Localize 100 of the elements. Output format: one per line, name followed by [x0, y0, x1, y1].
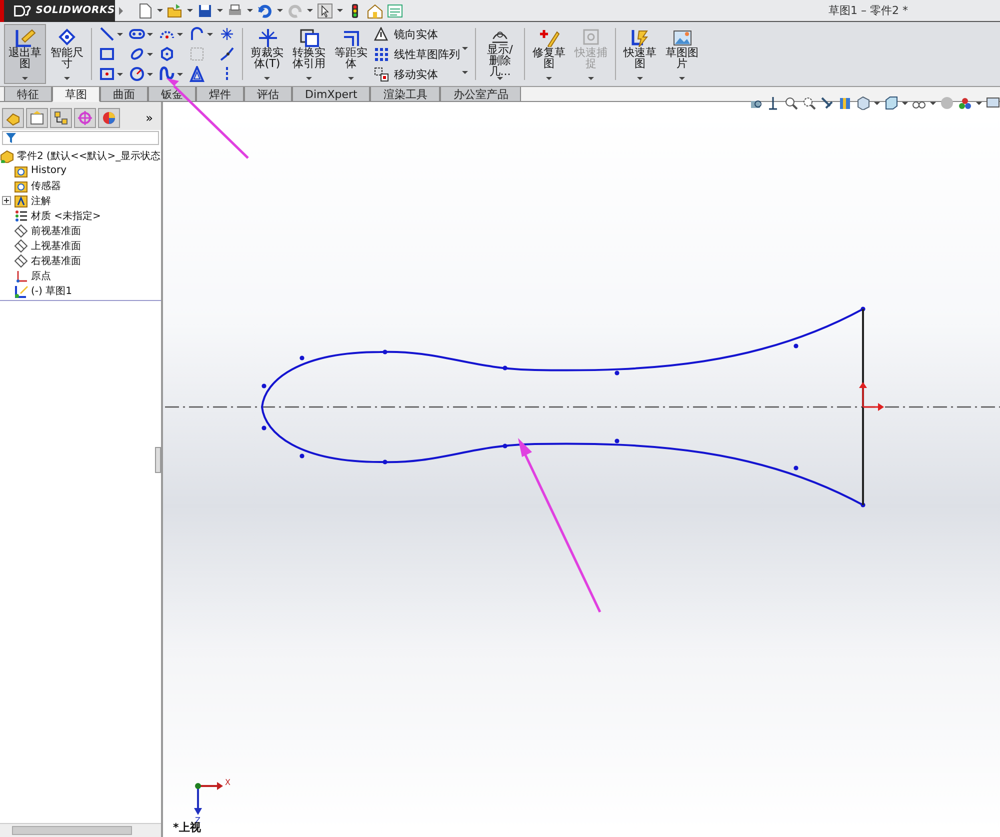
dropdown-arrow-icon[interactable]	[976, 102, 982, 104]
display-tab[interactable]	[98, 108, 120, 128]
options-icon[interactable]	[387, 2, 403, 18]
ribbon-button[interactable]: 剪裁实体(T)	[246, 24, 288, 84]
dropdown-arrow-icon[interactable]	[247, 9, 253, 12]
tree-node-icon	[14, 284, 28, 298]
splitter-handle[interactable]	[155, 447, 161, 473]
text-icon[interactable]	[189, 66, 205, 82]
dropdown-arrow-icon[interactable]	[337, 9, 343, 12]
dropdown-arrow-icon[interactable]	[902, 102, 908, 104]
dropdown-arrow-icon[interactable]	[117, 32, 123, 36]
rotate-icon[interactable]	[820, 96, 834, 110]
anchor-icon[interactable]	[766, 96, 780, 110]
sketch-line[interactable]	[862, 309, 864, 505]
feature-tree-tab[interactable]	[2, 108, 24, 128]
filter-field[interactable]	[2, 131, 159, 145]
tab[interactable]: 草图	[52, 87, 100, 102]
dropdown-arrow-icon[interactable]	[207, 32, 213, 36]
ribbon-button[interactable]: 移动实体	[374, 66, 460, 82]
tab[interactable]: 特征	[4, 87, 52, 102]
zoom-icon[interactable]	[784, 96, 798, 110]
dropdown-arrow-icon[interactable]	[117, 72, 123, 76]
dropdown-arrow-icon[interactable]	[147, 72, 153, 76]
new-document-icon[interactable]	[137, 2, 153, 18]
grid-dots-icon	[374, 46, 389, 62]
tree-node-icon	[14, 194, 28, 208]
open-folder-icon[interactable]	[167, 2, 183, 18]
scrollbar-thumb[interactable]	[12, 826, 132, 835]
tree-item[interactable]: 右视基准面	[31, 254, 81, 268]
display-style-icon[interactable]	[884, 96, 898, 110]
center-rectangle-icon[interactable]	[99, 66, 115, 82]
tree-item[interactable]: 传感器	[31, 178, 61, 192]
tab[interactable]: 渲染工具	[370, 87, 440, 102]
lightning-icon	[629, 27, 651, 47]
horizontal-scrollbar[interactable]	[0, 823, 161, 837]
ribbon-button[interactable]: 显示/删除几...	[479, 24, 521, 84]
dropdown-arrow-icon[interactable]	[147, 32, 153, 36]
expand-arrow-icon[interactable]	[119, 6, 123, 14]
dropdown-arrow-icon[interactable]	[930, 102, 936, 104]
dropdown-arrow-icon[interactable]	[157, 9, 163, 12]
ribbon-button[interactable]: 等距实体	[330, 24, 372, 84]
more-button[interactable]: »	[140, 110, 159, 126]
polygon-icon[interactable]	[159, 46, 175, 62]
dropdown-arrow-icon[interactable]	[217, 9, 223, 12]
tree-item[interactable]: (-) 草图1	[31, 284, 72, 298]
ribbon-button[interactable]: 草图图片	[661, 24, 703, 84]
ribbon-button[interactable]: 退出草图	[4, 24, 46, 84]
ribbon-button[interactable]: 转换实体引用	[288, 24, 330, 84]
sketch-spline[interactable]	[261, 306, 866, 508]
monitor-icon[interactable]	[986, 96, 1000, 110]
fillet-icon[interactable]	[189, 26, 205, 42]
line-icon[interactable]	[99, 26, 115, 42]
point-icon[interactable]	[219, 26, 235, 42]
ribbon-button[interactable]: 智能尺寸	[46, 24, 88, 84]
dropdown-arrow-icon[interactable]	[277, 9, 283, 12]
dropdown-arrow-icon[interactable]	[874, 102, 880, 104]
tab[interactable]: 焊件	[196, 87, 244, 102]
tree-item[interactable]: 前视基准面	[31, 224, 81, 238]
dropdown-arrow-icon[interactable]	[177, 72, 183, 76]
tree-item[interactable]: 原点	[31, 268, 51, 282]
dropdown-arrow-icon[interactable]	[462, 70, 468, 74]
expand-toggle[interactable]	[2, 196, 11, 205]
configuration-tab[interactable]	[50, 108, 72, 128]
tab[interactable]: 评估	[244, 87, 292, 102]
save-icon[interactable]	[197, 2, 213, 18]
ribbon-button[interactable]: 镜向实体	[374, 26, 460, 42]
ribbon-button[interactable]: 修复草图	[528, 24, 570, 84]
dimension-icon	[56, 27, 78, 47]
ribbon-button[interactable]: 线性草图阵列	[374, 46, 460, 62]
cursor-icon[interactable]	[317, 2, 333, 18]
tree-item[interactable]: 零件2 (默认<<默认>_显示状态	[17, 148, 161, 162]
tab[interactable]: 曲面	[100, 87, 148, 102]
section-icon[interactable]	[838, 96, 852, 110]
dropdown-arrow-icon[interactable]	[187, 9, 193, 12]
ds-logo-icon	[12, 2, 33, 18]
tab[interactable]: DimXpert	[292, 87, 370, 102]
ribbon-button[interactable]: 快速草图	[619, 24, 661, 84]
dropdown-arrow-icon[interactable]	[147, 52, 153, 56]
split-icon[interactable]	[219, 46, 235, 62]
tree-item[interactable]: 材质 <未指定>	[31, 208, 101, 222]
tree-item[interactable]: 注解	[31, 194, 51, 208]
zoom-area-icon[interactable]	[802, 96, 816, 110]
slot-icon[interactable]	[129, 26, 145, 42]
tree-node-icon	[14, 178, 28, 192]
property-tab[interactable]	[26, 108, 48, 128]
undo-icon[interactable]	[257, 2, 273, 18]
dropdown-arrow-icon[interactable]	[177, 32, 183, 36]
view-orientation-icon[interactable]	[856, 96, 870, 110]
dropdown-arrow-icon[interactable]	[307, 9, 313, 12]
tree-item[interactable]: History	[31, 165, 67, 176]
trim-icon	[256, 27, 278, 47]
dropdown-arrow-icon[interactable]	[462, 46, 468, 50]
circle-icon[interactable]	[129, 66, 145, 82]
spline-icon[interactable]	[159, 66, 175, 82]
house-icon[interactable]	[367, 2, 383, 18]
tab[interactable]: 办公室产品	[440, 87, 522, 102]
tree-item[interactable]: 上视基准面	[31, 238, 81, 252]
rectangle-icon[interactable]	[99, 46, 115, 62]
ellipse-icon[interactable]	[129, 46, 145, 62]
scene-icon[interactable]	[958, 96, 972, 110]
